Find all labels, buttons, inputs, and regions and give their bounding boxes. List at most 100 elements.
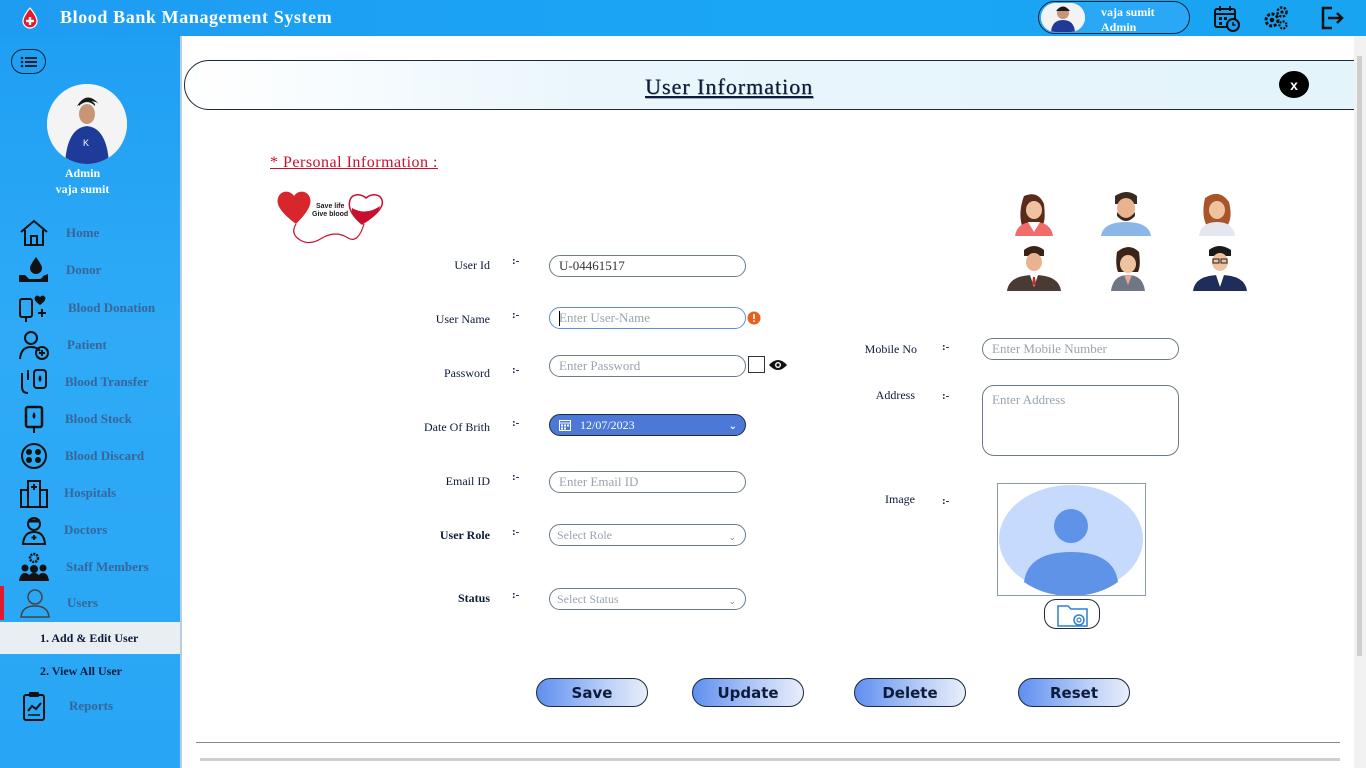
sidebar-item-blood-stock[interactable]: Blood Stock [0, 402, 180, 436]
avatar-man-beard-icon [1101, 192, 1151, 236]
patient-icon [19, 331, 49, 360]
status-label: Status [457, 591, 490, 605]
doctor-icon [21, 517, 47, 545]
active-indicator [0, 586, 4, 620]
colon-sep: :- [942, 495, 950, 507]
app-title: Blood Bank Management System [60, 7, 333, 27]
sidebar-item-label: Users [67, 595, 99, 610]
password-label: Password [443, 366, 490, 380]
sidebar-item-label: Staff Members [66, 559, 149, 574]
sidebar-item-label: Hospitals [64, 485, 117, 500]
colon-sep: :- [512, 589, 520, 601]
user-name-label: User Name [435, 312, 490, 326]
sidebar-item-reports[interactable]: Reports [0, 689, 180, 723]
sub-item-label: 2. View All User [40, 664, 122, 678]
settings-gears-icon[interactable] [1262, 4, 1290, 32]
blood-donation-icon [19, 295, 46, 322]
address-label: Address [875, 388, 915, 402]
blood-stock-icon [24, 405, 44, 433]
folder-search-icon [1057, 605, 1088, 627]
staff-icon [19, 552, 49, 581]
reports-icon [23, 692, 45, 721]
sidebar-item-label: Blood Transfer [65, 374, 149, 389]
users-icon [20, 589, 50, 618]
menu-list-icon [20, 56, 37, 67]
donor-icon [19, 257, 48, 282]
sidebar-item-users[interactable]: Users [0, 586, 180, 620]
colon-sep: :- [512, 309, 520, 321]
sidebar-item-blood-donation[interactable]: Blood Donation [0, 291, 180, 325]
sidebar-item-doctors[interactable]: Doctors [0, 513, 180, 547]
sidebar-item-patient[interactable]: Patient [0, 328, 180, 362]
reset-button[interactable]: Reset [1018, 678, 1130, 707]
email-label: Email ID [445, 474, 490, 488]
close-button[interactable]: x [1279, 71, 1309, 98]
home-icon [20, 219, 48, 246]
avatar-woman-1-icon [1015, 194, 1053, 236]
save-life-logo: Save life Give blood [277, 191, 384, 244]
grid-horizontal-scrollbar[interactable] [200, 758, 1340, 761]
sidebar-item-blood-transfer[interactable]: Blood Transfer [0, 365, 180, 399]
email-field[interactable]: Enter Email ID [549, 471, 746, 493]
avatar-man-glasses-icon [1193, 246, 1247, 291]
address-field[interactable]: Enter Address [982, 385, 1179, 456]
page-title: User Information [645, 74, 814, 99]
default-user-image-icon [999, 485, 1143, 596]
user-name-field[interactable]: Enter User-Name [549, 307, 746, 329]
menu-toggle-button[interactable] [11, 49, 46, 74]
show-password-checkbox[interactable] [748, 356, 765, 373]
sidebar: K Admin vaja sumit Home Donor Blood Dona… [0, 36, 180, 768]
user-photo-icon: K [47, 84, 127, 164]
user-id-field[interactable]: U-04461517 [549, 255, 746, 277]
main-content: User Information x * Personal Informatio… [180, 36, 1356, 768]
colon-sep: :- [512, 526, 520, 538]
sidebar-item-donor[interactable]: Donor [0, 253, 180, 287]
sidebar-item-label: Blood Donation [68, 300, 156, 315]
logout-icon[interactable] [1318, 4, 1346, 32]
sidebar-item-home[interactable]: Home [0, 216, 180, 250]
sidebar-item-staff-members[interactable]: Staff Members [0, 550, 180, 584]
user-id-label: User Id [454, 258, 490, 272]
vertical-scrollbar[interactable] [1354, 36, 1366, 768]
image-label: Image [885, 492, 915, 506]
sidebar-avatar: K [47, 84, 127, 164]
scrollbar-thumb[interactable] [1357, 56, 1362, 656]
user-role-select[interactable]: Select Role ⌄ [549, 524, 746, 546]
hospital-icon [20, 480, 48, 508]
user-profile-pill[interactable]: vaja sumit Admin [1038, 1, 1190, 34]
dob-value: 12/07/2023 [580, 418, 635, 432]
colon-sep: :- [512, 364, 520, 376]
save-button[interactable]: Save [536, 678, 648, 707]
sidebar-user-name: vaja sumit [55, 182, 110, 196]
blood-bank-logo-icon [22, 7, 38, 29]
mobile-field[interactable]: Enter Mobile Number [982, 338, 1179, 360]
user-avatar-icon [1041, 3, 1085, 32]
sub-item-add-edit-user[interactable]: 1. Add & Edit User [0, 622, 180, 654]
colon-sep: :- [512, 255, 520, 267]
delete-button[interactable]: Delete [854, 678, 966, 707]
page-header: User Information x [184, 60, 1356, 110]
user-image-box [997, 483, 1146, 596]
calendar-clock-icon[interactable] [1212, 4, 1240, 32]
avatars-illustration [1007, 192, 1247, 291]
eye-icon[interactable] [768, 359, 788, 371]
blood-transfer-icon [21, 369, 47, 394]
user-role-label: User Role [439, 528, 490, 542]
update-button[interactable]: Update [692, 678, 804, 707]
sidebar-item-label: Donor [66, 262, 102, 277]
status-select[interactable]: Select Status ⌄ [549, 588, 746, 610]
dob-date-picker[interactable]: 12/07/2023 ⌄ [549, 414, 746, 436]
browse-image-button[interactable] [1044, 599, 1100, 629]
topbar-user-role: Admin [1101, 20, 1137, 34]
sidebar-item-label: Blood Stock [65, 411, 132, 426]
chevron-down-icon: ⌄ [728, 597, 736, 607]
sidebar-item-blood-discard[interactable]: Blood Discard [0, 439, 180, 473]
user-role-placeholder: Select Role [557, 528, 612, 542]
sidebar-item-hospitals[interactable]: Hospitals [0, 476, 180, 510]
text-caret [559, 311, 560, 326]
sidebar-item-label: Home [66, 225, 100, 240]
password-field[interactable]: Enter Password [549, 355, 746, 377]
sidebar-item-label: Blood Discard [65, 448, 145, 463]
sub-item-view-all-user[interactable]: 2. View All User [0, 655, 180, 687]
sub-item-label: 1. Add & Edit User [40, 631, 139, 645]
